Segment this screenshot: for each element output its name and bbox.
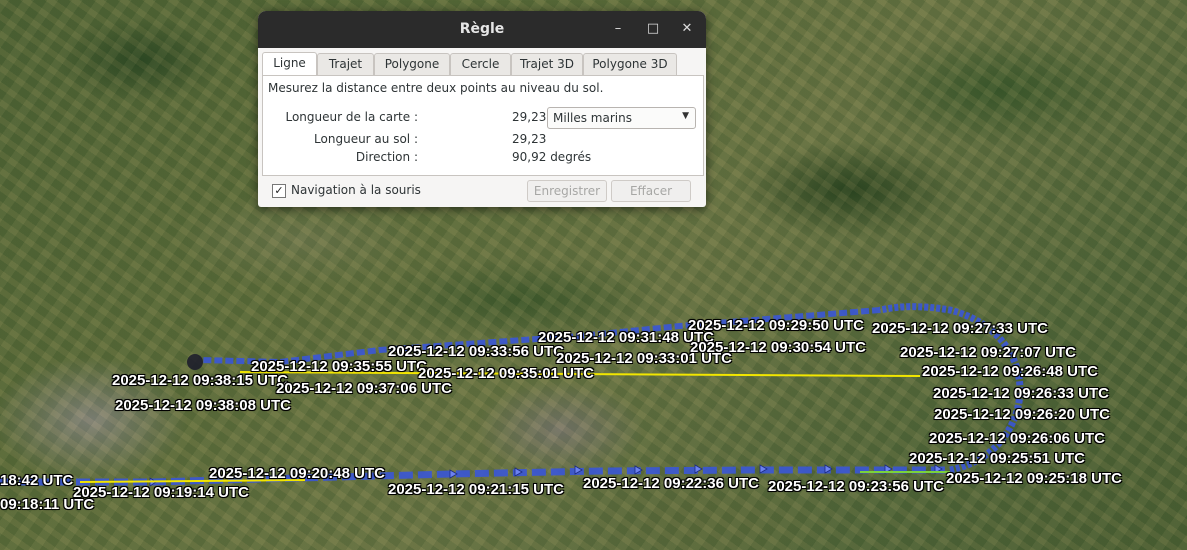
map-length-value: 29,23 xyxy=(512,110,547,124)
direction-number: 90,92 xyxy=(512,150,547,164)
plane-icon xyxy=(694,464,703,474)
ground-length-value: 29,23 xyxy=(512,132,547,146)
direction-label: Direction : xyxy=(355,150,418,164)
track-timestamp: 2025-12-12 09:26:20 UTC xyxy=(934,406,1110,423)
tab-trajet[interactable]: Trajet xyxy=(317,53,374,75)
track-timestamp: 2025-12-12 09:21:15 UTC xyxy=(388,481,564,498)
track-timestamp: 2025-12-12 09:26:48 UTC xyxy=(922,363,1098,380)
close-icon[interactable]: ✕ xyxy=(677,19,697,39)
airport-marker xyxy=(187,354,203,370)
ground-length-label: Longueur au sol : xyxy=(314,132,418,146)
track-timestamp: 2025-12-12 09:31:48 UTC xyxy=(538,329,714,346)
panel-description: Mesurez la distance entre deux points au… xyxy=(268,81,604,95)
track-timestamp: 2025-12-12 09:23:56 UTC xyxy=(768,478,944,495)
direction-unit: degrés xyxy=(550,150,592,164)
track-timestamp: 2025-12-12 09:38:08 UTC xyxy=(115,397,291,414)
tab-ligne[interactable]: Ligne xyxy=(262,52,317,76)
dialog-footer: ✓ Navigation à la souris Enregistrer Eff… xyxy=(258,175,706,207)
clear-button[interactable]: Effacer xyxy=(611,180,691,202)
track-timestamp: 2025-12-12 09:22:36 UTC xyxy=(583,475,759,492)
map-length-label: Longueur de la carte : xyxy=(285,110,418,124)
mouse-navigation-label[interactable]: Navigation à la souris xyxy=(291,183,421,197)
tab-trajet-3d[interactable]: Trajet 3D xyxy=(511,53,583,75)
tab-polygone-3d[interactable]: Polygone 3D xyxy=(583,53,677,75)
track-timestamp: 2025-12-12 09:19:14 UTC xyxy=(73,484,249,501)
maximize-icon[interactable]: □ xyxy=(643,19,663,39)
tab-cercle[interactable]: Cercle xyxy=(450,53,511,75)
save-button[interactable]: Enregistrer xyxy=(527,180,607,202)
dialog-titlebar[interactable]: Règle – □ ✕ xyxy=(258,11,706,48)
minimize-icon[interactable]: – xyxy=(608,19,628,39)
ligne-panel: Mesurez la distance entre deux points au… xyxy=(262,75,704,176)
direction-value: 90,92 degrés xyxy=(512,150,591,164)
dialog-title: Règle xyxy=(459,21,505,37)
mouse-navigation-checkbox[interactable]: ✓ xyxy=(272,184,286,198)
unit-select-value: Milles marins xyxy=(553,111,632,125)
track-timestamp: 2025-12-12 09:37:06 UTC xyxy=(276,380,452,397)
track-timestamp: 2025-12-12 09:29:50 UTC xyxy=(688,317,864,334)
track-timestamp: 2025-12-12 09:25:18 UTC xyxy=(946,470,1122,487)
track-timestamp: 09:18:11 UTC xyxy=(0,496,95,513)
track-timestamp: 2025-12-12 09:26:06 UTC xyxy=(929,430,1105,447)
tab-polygone[interactable]: Polygone xyxy=(374,53,450,75)
track-timestamp: 2025-12-12 09:25:51 UTC xyxy=(909,450,1085,467)
track-timestamp: 2025-12-12 09:27:33 UTC xyxy=(872,320,1048,337)
track-timestamp: 2025-12-12 09:27:07 UTC xyxy=(900,344,1076,361)
chevron-down-icon: ▼ xyxy=(682,111,689,121)
ruler-dialog: Règle – □ ✕ Ligne Trajet Polygone Cercle… xyxy=(258,11,706,207)
track-timestamp: 2025-12-12 09:38:15 UTC xyxy=(112,372,288,389)
unit-select[interactable]: Milles marins ▼ xyxy=(547,107,696,129)
track-timestamp: 18:42 UTC xyxy=(0,472,74,489)
track-timestamp: 2025-12-12 09:26:33 UTC xyxy=(933,385,1109,402)
track-timestamp: 2025-12-12 09:20:48 UTC xyxy=(209,465,385,482)
